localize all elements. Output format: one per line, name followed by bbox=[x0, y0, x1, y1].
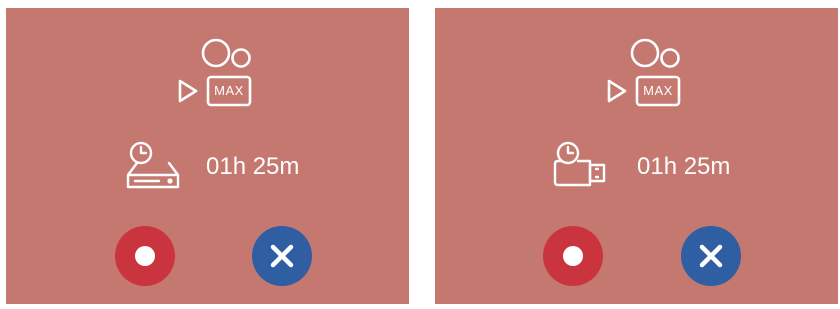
cancel-button[interactable] bbox=[681, 226, 741, 286]
camera-max-icon: MAX bbox=[596, 36, 682, 114]
camera-max-icon: MAX bbox=[167, 36, 253, 114]
record-button[interactable] bbox=[543, 226, 603, 286]
usb-storage-clock-icon bbox=[552, 141, 608, 191]
storage-row: 01h 25m bbox=[6, 141, 409, 191]
record-panel-usb: MAX 01h 25m bbox=[435, 8, 838, 304]
storage-row: 01h 25m bbox=[435, 141, 838, 191]
internal-storage-clock-icon bbox=[125, 141, 181, 191]
cancel-button[interactable] bbox=[252, 226, 312, 286]
record-button[interactable] bbox=[115, 226, 175, 286]
record-icon bbox=[563, 246, 583, 266]
record-icon bbox=[135, 246, 155, 266]
remaining-time: 01h 25m bbox=[637, 153, 731, 180]
mode-label: MAX bbox=[214, 83, 244, 98]
mode-label: MAX bbox=[643, 83, 673, 98]
remaining-time: 01h 25m bbox=[206, 153, 300, 180]
screen: MAX 01h 25m MAX 01h 25m bbox=[0, 0, 840, 309]
record-panel-internal: MAX 01h 25m bbox=[6, 8, 409, 304]
